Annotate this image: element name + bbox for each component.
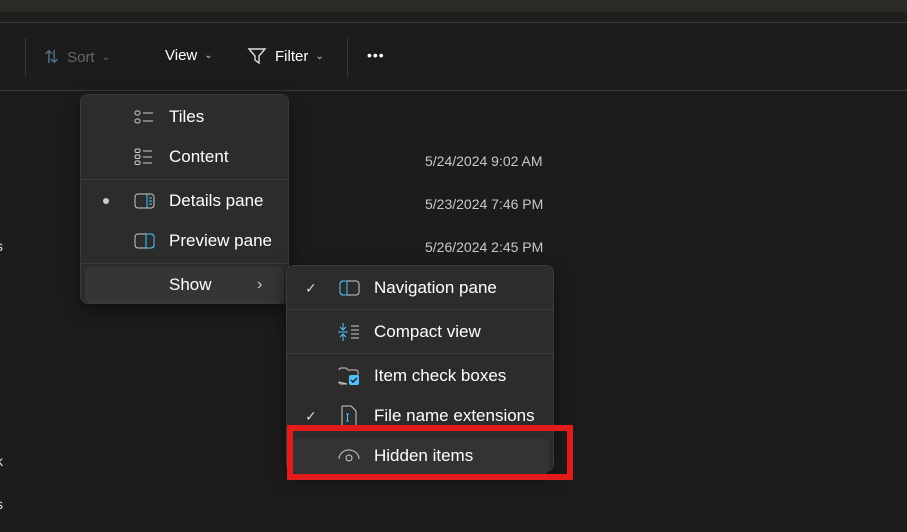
chevron-down-icon: ⌄ [204,50,213,61]
menu-item-navigation-pane[interactable]: ✓ Navigation pane [287,270,553,306]
content-icon [133,147,155,167]
details-pane-icon [133,191,155,211]
filter-label: Filter [275,47,309,65]
chevron-down-icon: ⌄ [101,52,110,63]
title-bar [0,0,907,12]
menu-item-tiles[interactable]: Tiles [81,99,288,135]
view-menu: Tiles Content Details pane Preview pane … [80,94,289,304]
nav-item-fragment: s [0,496,3,512]
menu-divider [81,179,288,180]
nav-item-fragment: s [0,238,3,254]
navigation-pane-icon [338,278,360,298]
toolbar-separator [25,38,26,76]
sort-button[interactable]: ⇅ Sort ⌄ [44,47,110,68]
toolbar-separator [347,38,348,76]
menu-divider [287,353,553,354]
menu-item-details-pane[interactable]: Details pane [81,183,288,219]
view-label: View [165,47,198,64]
divider [0,22,907,23]
address-bar-strip [0,12,907,22]
checkmark-icon: ✓ [305,407,317,424]
checkmark-icon: ✓ [305,279,317,296]
divider [0,90,907,91]
menu-item-preview-pane[interactable]: Preview pane [81,223,288,259]
tiles-icon [133,107,155,127]
view-button[interactable]: View ⌄ [165,47,213,64]
sort-icon: ⇅ [44,47,60,67]
menu-divider [81,263,288,264]
menu-item-item-check-boxes[interactable]: Item check boxes [287,358,553,394]
chevron-right-icon: › [257,276,263,293]
filter-icon [247,48,267,65]
preview-pane-icon [133,231,155,251]
compact-view-icon [338,322,360,342]
file-date: 5/24/2024 9:02 AM [425,153,543,169]
menu-item-content[interactable]: Content [81,139,288,175]
selected-bullet-icon [103,198,109,204]
file-extension-icon [338,405,360,427]
chevron-down-icon: ⌄ [315,50,324,62]
sort-label: Sort [67,49,95,66]
menu-item-compact-view[interactable]: Compact view [287,314,553,350]
filter-button[interactable]: Filter ⌄ [247,46,324,66]
file-date: 5/23/2024 7:46 PM [425,196,544,212]
menu-divider [287,309,553,310]
menu-item-show[interactable]: Show › [85,267,284,303]
more-options-button[interactable]: ••• [367,47,385,63]
more-icon: ••• [367,47,385,63]
file-date: 5/26/2024 2:45 PM [425,239,544,255]
highlight-box [287,425,573,480]
item-check-boxes-icon [338,366,360,386]
nav-item-fragment: k [0,453,3,469]
